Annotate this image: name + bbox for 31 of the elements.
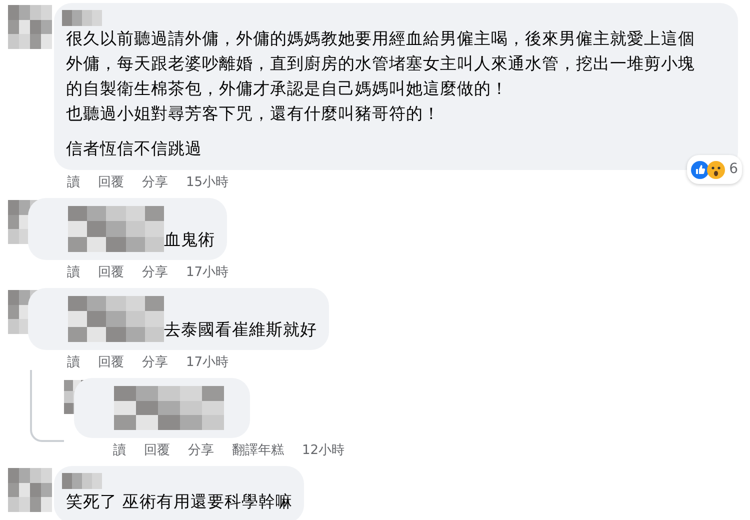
action-link[interactable]: 分享 (188, 442, 214, 460)
comment-text: 笑死了 巫術有用還要科學幹嘛 (66, 491, 292, 513)
pixelated-avatar (8, 5, 52, 49)
action-link[interactable]: 回覆 (98, 264, 124, 282)
reaction-count: 6 (729, 160, 738, 179)
comment-text: 也聽過小姐對尋芳客下咒，還有什麼叫豬哥符的！ (66, 103, 441, 125)
pixelated-name (62, 473, 102, 489)
action-link[interactable]: 回覆 (144, 442, 170, 460)
action-link[interactable]: 讀 (67, 174, 80, 192)
action-link[interactable]: 讀 (67, 354, 80, 372)
comment-text: 信者恆信不信跳過 (66, 138, 203, 160)
action-link[interactable]: 分享 (142, 174, 168, 192)
comment-text: 很久以前聽過請外傭，外傭的媽媽教她要用經血給男僱主喝，後來男僱主就愛上這個外傭，每天跟老婆吵離婚，直到廚房的水管堵塞女主叫人來通水管，挖出一堆剪小塊的自製衛生棉茶包，外傭才承認是自己媽媽叫她這麼做的！ (66, 28, 696, 100)
timestamp[interactable]: 17小時 (186, 264, 229, 282)
timestamp[interactable]: 12小時 (302, 442, 345, 460)
reaction-badge[interactable]: 6 (687, 155, 742, 184)
thumbs-up-icon (691, 160, 710, 178)
action-link[interactable]: 回覆 (98, 354, 124, 372)
action-link[interactable]: 分享 (142, 264, 168, 282)
surprised-face-icon (707, 160, 726, 178)
timestamp[interactable]: 15小時 (186, 174, 229, 192)
action-link[interactable]: 回覆 (98, 174, 124, 192)
action-link[interactable]: 讀 (113, 442, 126, 460)
comment-text: 去泰國看崔維斯就好 (164, 319, 317, 341)
pixelated-avatar (8, 468, 52, 512)
timestamp[interactable]: 17小時 (186, 354, 229, 372)
action-link[interactable]: 分享 (142, 354, 168, 372)
pixelated-name (62, 10, 102, 26)
action-link[interactable]: 讀 (67, 264, 80, 282)
comment-text: 血鬼術 (164, 229, 215, 251)
action-link[interactable]: 翻譯年糕 (232, 442, 284, 460)
